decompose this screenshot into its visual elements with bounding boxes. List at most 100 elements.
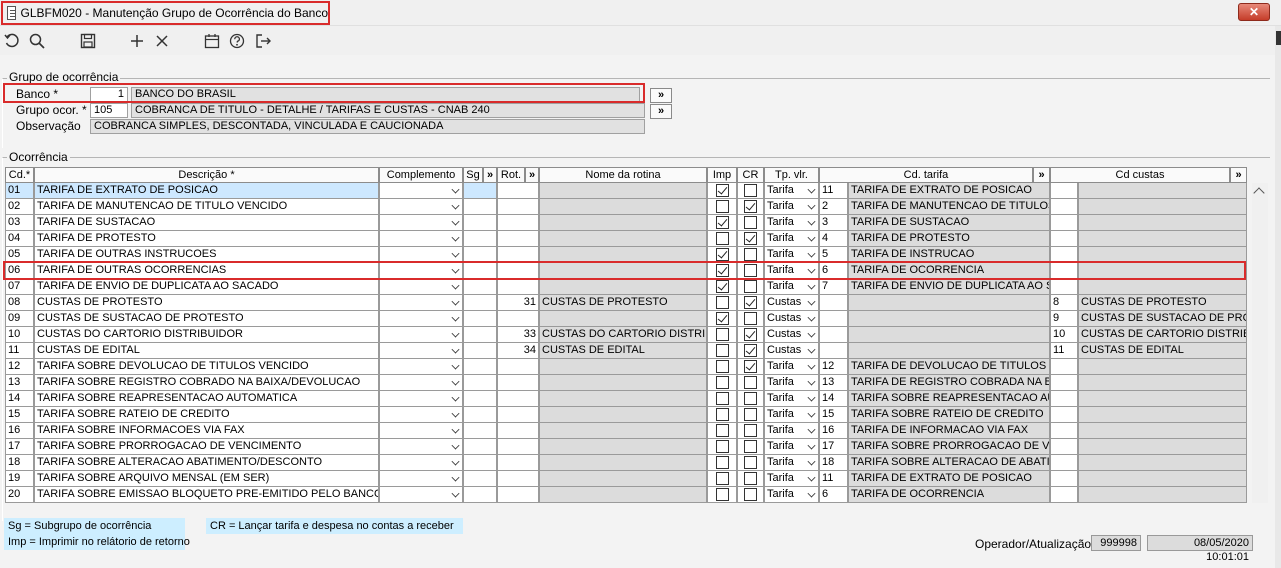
cr-checkbox[interactable] xyxy=(744,424,757,437)
tp-vlr-select[interactable]: Tarifa xyxy=(764,423,819,439)
chevron-down-icon[interactable] xyxy=(807,473,816,482)
tp-vlr-select[interactable]: Tarifa xyxy=(764,407,819,423)
cell-tarifa-code[interactable]: 14 xyxy=(819,391,848,407)
chevron-down-icon[interactable] xyxy=(807,425,816,434)
cell-tarifa-code[interactable]: 17 xyxy=(819,439,848,455)
complemento-select[interactable] xyxy=(379,327,463,343)
complemento-select[interactable] xyxy=(379,263,463,279)
cell-custas-code[interactable] xyxy=(1050,375,1078,391)
cell-descricao[interactable]: TARIFA SOBRE INFORMACOES VIA FAX xyxy=(34,423,379,439)
cell-sg[interactable] xyxy=(463,183,497,199)
grid-scrollbar[interactable] xyxy=(1252,183,1268,503)
cell-sg[interactable] xyxy=(463,359,497,375)
complemento-select[interactable] xyxy=(379,487,463,503)
cell-custas-code[interactable] xyxy=(1050,231,1078,247)
cell-cd[interactable]: 07 xyxy=(5,279,34,295)
banco-code-input[interactable]: 1 xyxy=(90,87,128,102)
cr-checkbox[interactable] xyxy=(744,184,757,197)
complemento-select[interactable] xyxy=(379,407,463,423)
cell-tarifa-code[interactable]: 5 xyxy=(819,247,848,263)
cell-descricao[interactable]: TARIFA SOBRE ALTERACAO ABATIMENTO/DESCON… xyxy=(34,455,379,471)
cell-rot[interactable] xyxy=(497,471,539,487)
cell-cd[interactable]: 09 xyxy=(5,311,34,327)
cr-checkbox[interactable] xyxy=(744,488,757,501)
cell-custas-code[interactable] xyxy=(1050,391,1078,407)
imp-checkbox[interactable] xyxy=(716,280,729,293)
tp-vlr-select[interactable]: Tarifa xyxy=(764,439,819,455)
cell-sg[interactable] xyxy=(463,471,497,487)
chevron-down-icon[interactable] xyxy=(807,265,816,274)
chevron-down-icon[interactable] xyxy=(451,425,460,434)
cr-checkbox[interactable] xyxy=(744,232,757,245)
grupo-code-input[interactable]: 105 xyxy=(90,103,128,118)
cell-descricao[interactable]: TARIFA DE SUSTACAO xyxy=(34,215,379,231)
delete-button[interactable] xyxy=(152,31,172,51)
chevron-down-icon[interactable] xyxy=(451,249,460,258)
cell-descricao[interactable]: TARIFA SOBRE REAPRESENTACAO AUTOMATICA xyxy=(34,391,379,407)
cell-descricao[interactable]: CUSTAS DE SUSTACAO DE PROTESTO xyxy=(34,311,379,327)
banco-zoom-button[interactable]: » xyxy=(650,88,672,103)
cr-checkbox[interactable] xyxy=(744,408,757,421)
cell-descricao[interactable]: TARIFA DE PROTESTO xyxy=(34,231,379,247)
cell-cd[interactable]: 05 xyxy=(5,247,34,263)
chevron-down-icon[interactable] xyxy=(807,409,816,418)
cell-rot[interactable] xyxy=(497,455,539,471)
tp-vlr-select[interactable]: Tarifa xyxy=(764,247,819,263)
imp-checkbox[interactable] xyxy=(716,216,729,229)
complemento-select[interactable] xyxy=(379,279,463,295)
tp-vlr-select[interactable]: Tarifa xyxy=(764,391,819,407)
cr-checkbox[interactable] xyxy=(744,472,757,485)
chevron-down-icon[interactable] xyxy=(451,329,460,338)
cell-tarifa-code[interactable]: 7 xyxy=(819,279,848,295)
cell-descricao[interactable]: TARIFA DE OUTRAS INSTRUCOES xyxy=(34,247,379,263)
cell-cd[interactable]: 14 xyxy=(5,391,34,407)
cell-cd[interactable]: 10 xyxy=(5,327,34,343)
chevron-down-icon[interactable] xyxy=(807,345,816,354)
cell-cd[interactable]: 17 xyxy=(5,439,34,455)
cr-checkbox[interactable] xyxy=(744,280,757,293)
complemento-select[interactable] xyxy=(379,295,463,311)
cell-cd[interactable]: 12 xyxy=(5,359,34,375)
cr-checkbox[interactable] xyxy=(744,456,757,469)
cell-custas-code[interactable] xyxy=(1050,183,1078,199)
cell-tarifa-code[interactable]: 11 xyxy=(819,183,848,199)
tp-vlr-select[interactable]: Custas xyxy=(764,311,819,327)
chevron-down-icon[interactable] xyxy=(807,441,816,450)
complemento-select[interactable] xyxy=(379,311,463,327)
cr-checkbox[interactable] xyxy=(744,264,757,277)
cell-rot[interactable]: 31 xyxy=(497,295,539,311)
cr-checkbox[interactable] xyxy=(744,376,757,389)
imp-checkbox[interactable] xyxy=(716,232,729,245)
cell-sg[interactable] xyxy=(463,423,497,439)
cell-cd[interactable]: 15 xyxy=(5,407,34,423)
cell-rot[interactable]: 33 xyxy=(497,327,539,343)
chevron-down-icon[interactable] xyxy=(451,281,460,290)
chevron-down-icon[interactable] xyxy=(451,345,460,354)
cell-custas-code[interactable] xyxy=(1050,263,1078,279)
cell-sg[interactable] xyxy=(463,375,497,391)
cell-sg[interactable] xyxy=(463,327,497,343)
chevron-down-icon[interactable] xyxy=(451,409,460,418)
header-ccz[interactable]: » xyxy=(1230,167,1247,183)
grupo-zoom-button[interactable]: » xyxy=(650,104,672,119)
tp-vlr-select[interactable]: Custas xyxy=(764,327,819,343)
cell-cd[interactable]: 16 xyxy=(5,423,34,439)
cr-checkbox[interactable] xyxy=(744,216,757,229)
cell-custas-code[interactable] xyxy=(1050,455,1078,471)
cell-tarifa-code[interactable]: 16 xyxy=(819,423,848,439)
imp-checkbox[interactable] xyxy=(716,328,729,341)
cell-tarifa-code[interactable]: 6 xyxy=(819,487,848,503)
cell-tarifa-code[interactable]: 15 xyxy=(819,407,848,423)
cell-descricao[interactable]: TARIFA SOBRE DEVOLUCAO DE TITULOS VENCID… xyxy=(34,359,379,375)
cr-checkbox[interactable] xyxy=(744,440,757,453)
tp-vlr-select[interactable]: Tarifa xyxy=(764,183,819,199)
tp-vlr-select[interactable]: Tarifa xyxy=(764,263,819,279)
cell-sg[interactable] xyxy=(463,215,497,231)
cell-descricao[interactable]: TARIFA SOBRE PRORROGACAO DE VENCIMENTO xyxy=(34,439,379,455)
chevron-down-icon[interactable] xyxy=(807,281,816,290)
chevron-down-icon[interactable] xyxy=(807,377,816,386)
complemento-select[interactable] xyxy=(379,471,463,487)
cell-rot[interactable] xyxy=(497,247,539,263)
chevron-down-icon[interactable] xyxy=(807,313,816,322)
chevron-down-icon[interactable] xyxy=(807,249,816,258)
